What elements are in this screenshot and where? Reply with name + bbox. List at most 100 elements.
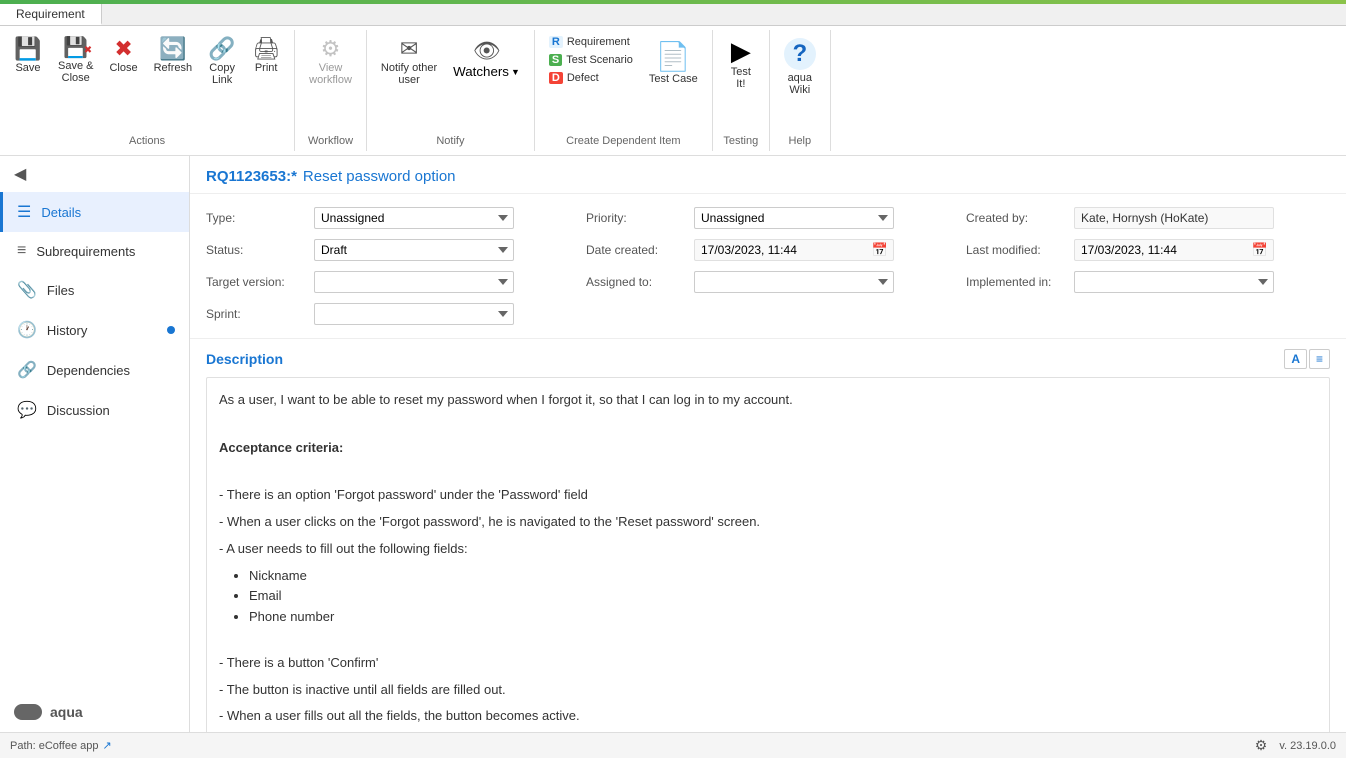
status-label: Status:: [206, 243, 306, 257]
status-right: ⚙ v. 23.19.0.0: [1255, 737, 1336, 754]
date-created-input: 📅: [694, 239, 894, 261]
test-scenario-icon: S: [549, 54, 562, 66]
form-grid: Type: Unassigned Status: Draft Target ve…: [206, 202, 1330, 330]
notify-icon: ✉: [400, 38, 418, 60]
toolbar-group-notify: ✉ Notify otheruser 👁 Watchers ▼ Notify: [367, 30, 535, 151]
create-test-scenario-button[interactable]: S Test Scenario: [543, 52, 639, 68]
testing-buttons: ▶ TestIt!: [721, 34, 761, 131]
defect-icon: D: [549, 72, 563, 84]
more-criteria-0: - There is a button 'Confirm': [219, 653, 1317, 674]
main-layout: ◀ ☰ Details ≡ Subrequirements 📎 Files 🕐 …: [0, 156, 1346, 732]
save-button[interactable]: 💾 Save: [8, 34, 48, 78]
item-id: RQ1123653:*: [206, 168, 297, 185]
view-workflow-label: Viewworkflow: [309, 62, 352, 86]
tab-requirement[interactable]: Requirement: [0, 4, 102, 25]
watchers-label: Watchers ▼: [453, 64, 520, 79]
files-icon: 📎: [17, 280, 37, 300]
created-by-field-row: Created by: Kate, Hornysh (HoKate): [966, 202, 1330, 234]
history-label: History: [47, 323, 87, 338]
last-modified-input: 📅: [1074, 239, 1274, 261]
refresh-label: Refresh: [154, 62, 193, 74]
dependencies-icon: 🔗: [17, 360, 37, 380]
form-col-3: Created by: Kate, Hornysh (HoKate) Last …: [966, 202, 1330, 330]
date-created-label: Date created:: [586, 243, 686, 257]
discussion-icon: 💬: [17, 400, 37, 420]
create-test-case-button[interactable]: 📄 Test Case: [643, 34, 704, 91]
settings-icon[interactable]: ⚙: [1255, 737, 1268, 754]
test-it-button[interactable]: ▶ TestIt!: [721, 34, 761, 94]
aqua-logo-icon: [14, 704, 42, 720]
copy-link-button[interactable]: 🔗 CopyLink: [202, 34, 242, 90]
save-close-icon: 💾✖: [63, 38, 88, 58]
actions-group-label: Actions: [129, 131, 165, 147]
sidebar-item-subrequirements[interactable]: ≡ Subrequirements: [0, 232, 189, 270]
dep-left-col: R Requirement S Test Scenario D Defect: [543, 34, 639, 86]
form-col-2: Priority: Unassigned Date created: 📅: [586, 202, 950, 330]
sidebar-item-details[interactable]: ☰ Details: [0, 192, 189, 232]
tab-requirement-label: Requirement: [16, 7, 85, 21]
defect-dep-label: Defect: [567, 72, 599, 84]
test-case-icon: 📄: [656, 40, 691, 73]
assigned-to-field-row: Assigned to:: [586, 266, 950, 298]
test-case-dep-label: Test Case: [649, 73, 698, 85]
test-scenario-dep-label: Test Scenario: [566, 54, 633, 66]
calendar-icon: 📅: [867, 240, 893, 260]
form-section: Type: Unassigned Status: Draft Target ve…: [190, 194, 1346, 339]
status-select[interactable]: Draft: [314, 239, 514, 261]
status-field-row: Status: Draft: [206, 234, 570, 266]
sidebar-item-dependencies[interactable]: 🔗 Dependencies: [0, 350, 189, 390]
field-item-email: Email: [249, 586, 1317, 607]
notify-button[interactable]: ✉ Notify otheruser: [375, 34, 443, 90]
assigned-to-select[interactable]: [694, 271, 894, 293]
create-requirement-button[interactable]: R Requirement: [543, 34, 639, 50]
copy-link-label: CopyLink: [209, 62, 235, 86]
tab-bar: Requirement: [0, 4, 1346, 26]
watchers-button[interactable]: 👁 Watchers ▼: [447, 34, 526, 83]
status-bar: Path: eCoffee app ↗ ⚙ v. 23.19.0.0: [0, 732, 1346, 758]
sidebar-logo: aqua: [0, 692, 189, 732]
sprint-field-row: Sprint:: [206, 298, 570, 330]
field-list: Nickname Email Phone number: [249, 566, 1317, 628]
files-label: Files: [47, 283, 74, 298]
created-by-value: Kate, Hornysh (HoKate): [1074, 207, 1274, 229]
discussion-label: Discussion: [47, 403, 110, 418]
sprint-select[interactable]: [314, 303, 514, 325]
notify-group-label: Notify: [436, 131, 464, 147]
field-item-nickname: Nickname: [249, 566, 1317, 587]
priority-select[interactable]: Unassigned: [694, 207, 894, 229]
sidebar-collapse-button[interactable]: ◀: [0, 156, 189, 192]
path-link-icon[interactable]: ↗: [102, 739, 111, 752]
date-created-value: [695, 240, 867, 260]
dependencies-label: Dependencies: [47, 363, 130, 378]
sidebar-item-files[interactable]: 📎 Files: [0, 270, 189, 310]
actions-buttons: 💾 Save 💾✖ Save &Close ✖ Close 🔄 Refresh …: [8, 34, 286, 131]
print-button[interactable]: 🖨 Print: [246, 34, 286, 78]
aqua-wiki-button[interactable]: ? aquaWiki: [778, 34, 822, 100]
implemented-in-label: Implemented in:: [966, 275, 1066, 289]
sidebar-item-discussion[interactable]: 💬 Discussion: [0, 390, 189, 430]
item-header: RQ1123653:* Reset password option: [190, 156, 1346, 194]
form-col-1: Type: Unassigned Status: Draft Target ve…: [206, 202, 570, 330]
implemented-in-select[interactable]: [1074, 271, 1274, 293]
help-buttons: ? aquaWiki: [778, 34, 822, 131]
save-close-button[interactable]: 💾✖ Save &Close: [52, 34, 99, 88]
last-modified-calendar-icon: 📅: [1247, 240, 1273, 260]
print-label: Print: [255, 62, 278, 74]
target-version-select[interactable]: [314, 271, 514, 293]
date-created-field-row: Date created: 📅: [586, 234, 950, 266]
desc-tool-a-button[interactable]: A: [1284, 349, 1307, 369]
view-workflow-button[interactable]: ⚙ Viewworkflow: [303, 34, 358, 90]
close-button[interactable]: ✖ Close: [103, 34, 143, 78]
description-header: Description A ≡: [206, 349, 1330, 369]
workflow-buttons: ⚙ Viewworkflow: [303, 34, 358, 131]
requirement-icon: R: [549, 36, 563, 48]
desc-tool-format-button[interactable]: ≡: [1309, 349, 1330, 369]
type-select[interactable]: Unassigned: [314, 207, 514, 229]
create-defect-button[interactable]: D Defect: [543, 70, 639, 86]
watchers-icon: 👁: [473, 38, 501, 64]
sidebar-item-history[interactable]: 🕐 History: [0, 310, 189, 350]
target-version-label: Target version:: [206, 275, 306, 289]
close-label: Close: [109, 62, 137, 74]
print-icon: 🖨: [252, 38, 280, 60]
refresh-button[interactable]: 🔄 Refresh: [148, 34, 199, 78]
